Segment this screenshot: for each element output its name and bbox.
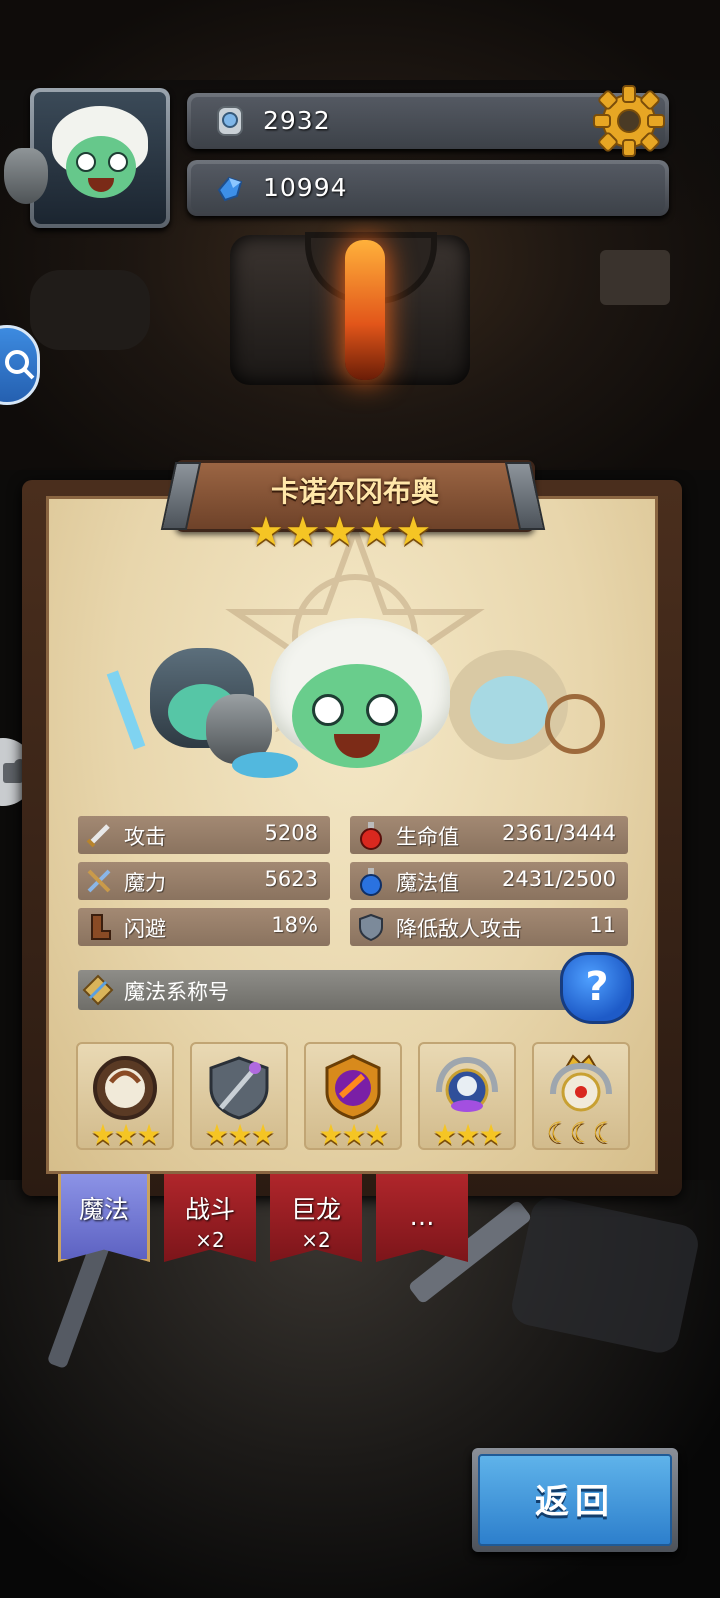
gems-count: 2932 [263,106,331,135]
stat-label: 魔力 [124,871,166,895]
stat-label: 闪避 [124,917,166,941]
badge-stars: ★★★ [318,1118,389,1151]
stat-dodge: 闪避 18% [78,908,330,946]
tab-label: … [409,1202,435,1231]
blue-crystal-icon [217,176,243,202]
stat-attack: 攻击 5208 [78,816,330,854]
tab-count: ×2 [301,1228,331,1252]
crossed-staves-icon [87,869,111,893]
help-button[interactable]: ? [560,952,634,1024]
badge-stars: ★★★ [90,1118,161,1151]
star-icon: ★ [284,509,321,555]
stat-magic-power: 魔力 5623 [78,862,330,900]
shield-icon [359,913,383,942]
stat-value: 5623 [264,867,318,891]
silver-gem-icon [217,106,243,136]
tab-more[interactable]: … [376,1174,468,1262]
magic-title-label: 魔法系称号 [124,980,229,1004]
samurai-gumball-face [470,676,548,744]
flame-scroll-emblem-icon [325,1054,381,1120]
crossed-staff-shield-icon [209,1056,269,1120]
stat-value: 18% [271,913,318,937]
back-button-label: 返回 [535,1482,615,1522]
skull-laurel-emblem-icon [436,1056,498,1112]
stat-label: 降低敌人攻击 [396,917,522,941]
stat-value: 11 [589,913,616,937]
blue-potion-icon [360,868,382,896]
crowned-laurel-emblem-icon [550,1054,612,1112]
red-potion-icon [360,822,382,850]
whip-icon [545,694,605,754]
boot-icon [91,914,111,940]
star-icon: ★ [395,509,432,555]
stat-damage-reduction: 降低敌人攻击 11 [350,908,628,946]
tab-magic[interactable]: 魔法 [58,1174,150,1262]
sword-icon [86,824,110,848]
molten-metal-decoration [345,240,385,380]
magic-emblem-icon [82,974,114,1006]
star-icon: ★ [358,509,395,555]
stat-label: 生命值 [396,825,459,849]
search-icon [5,350,35,380]
settings-gear-icon[interactable] [592,84,666,158]
stat-label: 魔法值 [396,871,459,895]
tab-combat[interactable]: 战斗 ×2 [164,1174,256,1262]
coal-pile-decoration [30,270,150,350]
stat-hp: 生命值 2361/3444 [350,816,628,854]
stat-value: 2361/3444 [502,821,616,845]
tab-label: 战斗 [184,1195,235,1224]
crystals-count: 10994 [263,173,348,202]
tab-label: 巨龙 [290,1195,341,1224]
badge-moons: ☾☾☾ [546,1116,617,1149]
stat-label: 攻击 [124,825,166,849]
stat-mp: 魔法值 2431/2500 [350,862,628,900]
avatar-image [34,92,166,224]
star-icon: ★ [248,509,284,555]
player-avatar[interactable] [30,88,170,228]
star-icon: ★ [321,509,358,555]
magic-title-bar[interactable]: 魔法系称号 [78,970,598,1010]
badge-stars: ★★★ [432,1118,503,1151]
stat-value: 2431/2500 [502,867,616,891]
hero-star-rating: ★★★★★ [248,512,432,552]
tab-count: ×2 [195,1228,225,1252]
water-splash-icon [232,752,298,778]
avatar-jar-icon [4,148,48,204]
crystals-resource-bar[interactable]: 10994 [187,160,669,216]
back-button[interactable]: 返回 [472,1448,678,1552]
hero-name: 卡诺尔冈布奥 [270,475,439,508]
avatar-eye [76,152,96,172]
stat-value: 5208 [264,821,318,845]
hammer-decoration [600,250,670,305]
main-hero-eye [312,694,344,726]
badge-stars: ★★★ [204,1118,275,1151]
tab-dragon[interactable]: 巨龙 ×2 [270,1174,362,1262]
horned-beast-medallion-icon [93,1056,157,1120]
avatar-eye [108,152,128,172]
main-hero-eye [366,694,398,726]
tab-label: 魔法 [78,1195,129,1224]
